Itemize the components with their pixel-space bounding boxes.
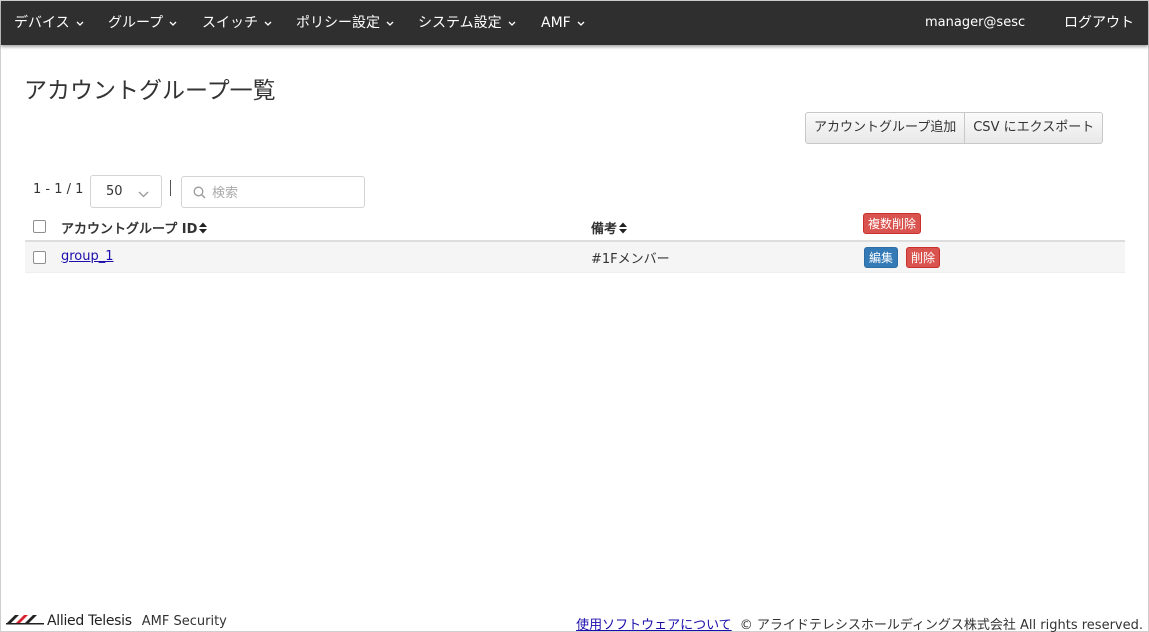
chevron-down-icon	[169, 21, 177, 26]
chevron-down-icon	[76, 21, 84, 26]
footer-brand: Allied Telesis AMF Security	[6, 613, 227, 629]
logout-link[interactable]: ログアウト	[1064, 1, 1134, 45]
nav-label: スイッチ	[202, 15, 258, 31]
nav-menu-devices[interactable]: デバイス	[14, 1, 84, 45]
nav-label: AMF	[541, 15, 571, 31]
chevron-down-icon	[264, 21, 272, 26]
bulk-delete-button[interactable]: 複数削除	[863, 213, 922, 234]
column-header-note[interactable]: 備考	[591, 218, 628, 238]
nav-menu-switches[interactable]: スイッチ	[202, 1, 272, 45]
nav-menu-amf[interactable]: AMF	[541, 1, 585, 45]
footer-info: 使用ソフトウェアについて © アライドテレシスホールディングス株式会社 All r…	[576, 614, 1143, 632]
page-size-select[interactable]: 50	[90, 175, 162, 208]
edit-button[interactable]: 編集	[864, 247, 899, 268]
row-checkbox[interactable]	[33, 251, 46, 264]
nav-menu-groups[interactable]: グループ	[108, 1, 177, 45]
search-box	[181, 176, 365, 208]
note-cell: #1Fメンバー	[591, 252, 670, 267]
table-header: アカウントグループ ID 備考 複数削除	[25, 209, 1125, 242]
export-csv-button[interactable]: CSV にエクスポート	[965, 112, 1104, 144]
chevron-down-icon	[138, 187, 149, 202]
top-navbar: デバイス グループ スイッチ ポリシー設定 システム設定 AMF manager…	[1, 1, 1148, 45]
page-size-value: 50	[106, 184, 123, 199]
search-input[interactable]	[212, 183, 357, 203]
column-label: アカウントグループ ID	[61, 222, 198, 237]
delete-button[interactable]: 削除	[906, 247, 941, 268]
nav-label: ポリシー設定	[296, 15, 380, 31]
column-label: 備考	[591, 222, 618, 237]
record-count: 1 - 1 / 1	[33, 182, 84, 197]
nav-menu-policy-settings[interactable]: ポリシー設定	[296, 1, 394, 45]
sort-icon	[199, 222, 208, 238]
column-header-id[interactable]: アカウントグループ ID	[61, 218, 208, 238]
account-group-table: アカウントグループ ID 備考 複数削除 group_1 #1Fメンバー 編集 …	[25, 209, 1125, 273]
select-all-checkbox[interactable]	[33, 220, 46, 233]
table-row: group_1 #1Fメンバー 編集 削除	[25, 242, 1125, 273]
nav-menu-system-settings[interactable]: システム設定	[418, 1, 516, 45]
action-button-group: アカウントグループ追加 CSV にエクスポート	[805, 112, 1104, 144]
divider	[170, 180, 171, 196]
page-title: アカウントグループ一覧	[24, 78, 276, 104]
product-name: AMF Security	[141, 613, 227, 629]
nav-label: グループ	[108, 15, 164, 31]
allied-telesis-logo-icon	[6, 613, 44, 629]
add-account-group-button[interactable]: アカウントグループ追加	[805, 112, 966, 144]
chevron-down-icon	[508, 21, 516, 26]
about-software-link[interactable]: 使用ソフトウェアについて	[576, 618, 732, 632]
current-user: manager@sesc	[925, 15, 1026, 30]
account-group-id-link[interactable]: group_1	[61, 249, 114, 264]
copyright-text: © アライドテレシスホールディングス株式会社 All rights reserv…	[739, 618, 1143, 632]
search-icon	[193, 186, 206, 203]
brand-name: Allied Telesis	[47, 613, 132, 629]
chevron-down-icon	[577, 21, 585, 26]
chevron-down-icon	[386, 21, 394, 26]
nav-label: デバイス	[14, 15, 70, 31]
sort-icon	[619, 222, 628, 238]
nav-label: システム設定	[418, 15, 502, 31]
